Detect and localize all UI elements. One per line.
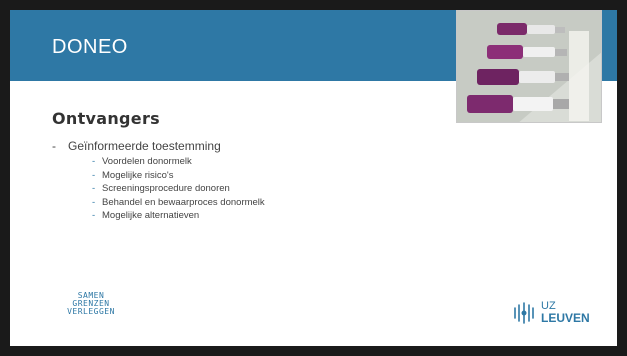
sub-dash: -	[92, 196, 96, 208]
uz-leuven-logo: UZ LEUVEN	[510, 299, 610, 329]
leuven-text: LEUVEN	[541, 311, 590, 325]
sub-dash: -	[92, 210, 96, 221]
uz-leuven-emblem-icon	[514, 302, 534, 324]
bullet-dash: -	[52, 139, 56, 153]
sub-item-text: Voordelen donormelk	[102, 156, 192, 167]
uz-leuven-wordmark: UZ LEUVEN	[541, 301, 590, 325]
sub-list-item: - Mogelijke risico's	[92, 169, 265, 183]
sub-list: - Voordelen donormelk - Mogelijke risico's…	[92, 155, 265, 223]
sub-item-text: Behandel en bewaarproces donormelk	[102, 196, 265, 208]
sub-list-item: - Screeningsprocedure donoren	[92, 182, 265, 196]
sub-list-item: - Voordelen donormelk	[92, 155, 265, 169]
slide: DONEO Ontvangers - Geïnformeerde toestem…	[10, 10, 617, 346]
sub-dash: -	[92, 183, 96, 194]
sub-item-text: Mogelijke alternatieven	[102, 210, 200, 221]
section-heading: Ontvangers	[52, 109, 160, 128]
bullet-item: - Geïnformeerde toestemming	[52, 139, 221, 153]
sub-dash: -	[92, 156, 96, 167]
sub-list-item: - Mogelijke alternatieven	[92, 209, 265, 223]
sub-dash: -	[92, 169, 96, 181]
sub-list-item: - Behandel en bewaarproces donormelk	[92, 196, 265, 210]
logo-line-3: VERLEGGEN	[67, 307, 115, 316]
milk-bottles-photo	[456, 10, 602, 123]
slide-title: DONEO	[52, 36, 128, 58]
sub-item-text: Screeningsprocedure donoren	[102, 183, 230, 194]
samen-grenzen-verleggen-logo: SAMEN GRENZEN VERLEGGEN	[56, 292, 126, 332]
sub-item-text: Mogelijke risico's	[102, 169, 174, 181]
bullet-text: Geïnformeerde toestemming	[68, 139, 221, 153]
